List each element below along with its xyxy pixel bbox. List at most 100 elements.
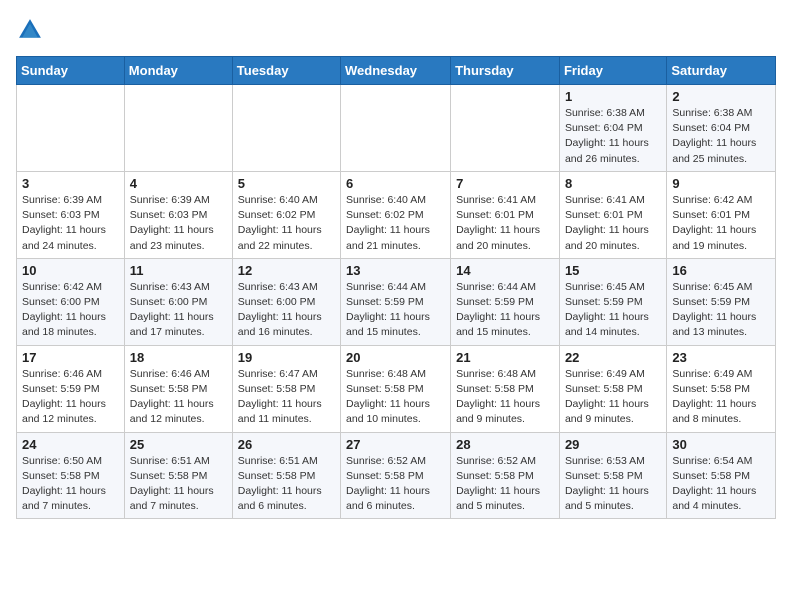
weekday-header-saturday: Saturday [667, 57, 776, 85]
calendar-week-4: 17 Sunrise: 6:46 AMSunset: 5:59 PMDayligh… [17, 345, 776, 432]
calendar-cell: 17 Sunrise: 6:46 AMSunset: 5:59 PMDayligh… [17, 345, 125, 432]
day-number: 10 [22, 263, 119, 278]
calendar-cell [341, 85, 451, 172]
day-info: Sunrise: 6:38 AMSunset: 6:04 PMDaylight:… [672, 106, 770, 167]
calendar-cell: 3 Sunrise: 6:39 AMSunset: 6:03 PMDaylight… [17, 171, 125, 258]
weekday-header-wednesday: Wednesday [341, 57, 451, 85]
calendar-cell: 27Sunrise: 6:52 AMSunset: 5:58 PMDayligh… [341, 432, 451, 519]
day-info: Sunrise: 6:52 AMSunset: 5:58 PMDaylight:… [456, 454, 554, 515]
calendar-cell [17, 85, 125, 172]
weekday-header-thursday: Thursday [451, 57, 560, 85]
day-number: 21 [456, 350, 554, 365]
calendar-body: 1 Sunrise: 6:38 AMSunset: 6:04 PMDaylight… [17, 85, 776, 519]
day-number: 4 [130, 176, 227, 191]
day-number: 1 [565, 89, 661, 104]
calendar-cell: 20 Sunrise: 6:48 AMSunset: 5:58 PMDayligh… [341, 345, 451, 432]
day-info: Sunrise: 6:39 AMSunset: 6:03 PMDaylight:… [22, 193, 119, 254]
calendar-cell: 1 Sunrise: 6:38 AMSunset: 6:04 PMDaylight… [559, 85, 666, 172]
day-info: Sunrise: 6:41 AMSunset: 6:01 PMDaylight:… [456, 193, 554, 254]
day-info: Sunrise: 6:39 AMSunset: 6:03 PMDaylight:… [130, 193, 227, 254]
weekday-header-sunday: Sunday [17, 57, 125, 85]
calendar-cell: 26 Sunrise: 6:51 AMSunset: 5:58 PMDayligh… [232, 432, 340, 519]
calendar-week-5: 24 Sunrise: 6:50 AMSunset: 5:58 PMDayligh… [17, 432, 776, 519]
day-number: 13 [346, 263, 445, 278]
calendar-cell: 11 Sunrise: 6:43 AMSunset: 6:00 PMDayligh… [124, 258, 232, 345]
calendar-cell: 2 Sunrise: 6:38 AMSunset: 6:04 PMDaylight… [667, 85, 776, 172]
calendar-cell: 24 Sunrise: 6:50 AMSunset: 5:58 PMDayligh… [17, 432, 125, 519]
day-number: 24 [22, 437, 119, 452]
day-info: Sunrise: 6:47 AMSunset: 5:58 PMDaylight:… [238, 367, 335, 428]
calendar-cell: 23 Sunrise: 6:49 AMSunset: 5:58 PMDayligh… [667, 345, 776, 432]
day-info: Sunrise: 6:46 AMSunset: 5:59 PMDaylight:… [22, 367, 119, 428]
calendar-cell: 8Sunrise: 6:41 AMSunset: 6:01 PMDaylight… [559, 171, 666, 258]
day-info: Sunrise: 6:45 AMSunset: 5:59 PMDaylight:… [565, 280, 661, 341]
calendar-table: SundayMondayTuesdayWednesdayThursdayFrid… [16, 56, 776, 519]
day-info: Sunrise: 6:46 AMSunset: 5:58 PMDaylight:… [130, 367, 227, 428]
logo-icon [16, 16, 44, 44]
calendar-cell: 28 Sunrise: 6:52 AMSunset: 5:58 PMDayligh… [451, 432, 560, 519]
day-info: Sunrise: 6:43 AMSunset: 6:00 PMDaylight:… [130, 280, 227, 341]
calendar-cell: 4 Sunrise: 6:39 AMSunset: 6:03 PMDaylight… [124, 171, 232, 258]
day-info: Sunrise: 6:40 AMSunset: 6:02 PMDaylight:… [346, 193, 445, 254]
calendar-header: SundayMondayTuesdayWednesdayThursdayFrid… [17, 57, 776, 85]
day-info: Sunrise: 6:40 AMSunset: 6:02 PMDaylight:… [238, 193, 335, 254]
calendar-week-2: 3 Sunrise: 6:39 AMSunset: 6:03 PMDaylight… [17, 171, 776, 258]
day-number: 12 [238, 263, 335, 278]
day-number: 3 [22, 176, 119, 191]
calendar-cell: 22 Sunrise: 6:49 AMSunset: 5:58 PMDayligh… [559, 345, 666, 432]
logo [16, 16, 48, 44]
calendar-cell: 12 Sunrise: 6:43 AMSunset: 6:00 PMDayligh… [232, 258, 340, 345]
calendar-cell: 19 Sunrise: 6:47 AMSunset: 5:58 PMDayligh… [232, 345, 340, 432]
weekday-row: SundayMondayTuesdayWednesdayThursdayFrid… [17, 57, 776, 85]
day-info: Sunrise: 6:41 AMSunset: 6:01 PMDaylight:… [565, 193, 661, 254]
calendar-week-1: 1 Sunrise: 6:38 AMSunset: 6:04 PMDaylight… [17, 85, 776, 172]
day-info: Sunrise: 6:49 AMSunset: 5:58 PMDaylight:… [672, 367, 770, 428]
calendar-cell: 16 Sunrise: 6:45 AMSunset: 5:59 PMDayligh… [667, 258, 776, 345]
day-number: 5 [238, 176, 335, 191]
day-number: 16 [672, 263, 770, 278]
day-number: 20 [346, 350, 445, 365]
calendar-cell: 6 Sunrise: 6:40 AMSunset: 6:02 PMDaylight… [341, 171, 451, 258]
day-info: Sunrise: 6:51 AMSunset: 5:58 PMDaylight:… [130, 454, 227, 515]
day-info: Sunrise: 6:48 AMSunset: 5:58 PMDaylight:… [456, 367, 554, 428]
calendar-cell: 25 Sunrise: 6:51 AMSunset: 5:58 PMDayligh… [124, 432, 232, 519]
day-number: 18 [130, 350, 227, 365]
day-number: 17 [22, 350, 119, 365]
day-number: 30 [672, 437, 770, 452]
calendar-cell: 5 Sunrise: 6:40 AMSunset: 6:02 PMDaylight… [232, 171, 340, 258]
day-info: Sunrise: 6:51 AMSunset: 5:58 PMDaylight:… [238, 454, 335, 515]
day-number: 28 [456, 437, 554, 452]
calendar-cell: 13 Sunrise: 6:44 AMSunset: 5:59 PMDayligh… [341, 258, 451, 345]
calendar-cell: 18 Sunrise: 6:46 AMSunset: 5:58 PMDayligh… [124, 345, 232, 432]
calendar-cell: 9 Sunrise: 6:42 AMSunset: 6:01 PMDaylight… [667, 171, 776, 258]
day-number: 9 [672, 176, 770, 191]
day-info: Sunrise: 6:45 AMSunset: 5:59 PMDaylight:… [672, 280, 770, 341]
calendar-cell: 14Sunrise: 6:44 AMSunset: 5:59 PMDayligh… [451, 258, 560, 345]
day-number: 15 [565, 263, 661, 278]
day-number: 26 [238, 437, 335, 452]
day-info: Sunrise: 6:44 AMSunset: 5:59 PMDaylight:… [346, 280, 445, 341]
header [16, 16, 776, 44]
day-info: Sunrise: 6:43 AMSunset: 6:00 PMDaylight:… [238, 280, 335, 341]
day-number: 23 [672, 350, 770, 365]
calendar-cell: 29Sunrise: 6:53 AMSunset: 5:58 PMDayligh… [559, 432, 666, 519]
day-info: Sunrise: 6:54 AMSunset: 5:58 PMDaylight:… [672, 454, 770, 515]
day-info: Sunrise: 6:48 AMSunset: 5:58 PMDaylight:… [346, 367, 445, 428]
day-info: Sunrise: 6:38 AMSunset: 6:04 PMDaylight:… [565, 106, 661, 167]
day-number: 22 [565, 350, 661, 365]
weekday-header-friday: Friday [559, 57, 666, 85]
day-number: 2 [672, 89, 770, 104]
day-number: 6 [346, 176, 445, 191]
day-info: Sunrise: 6:50 AMSunset: 5:58 PMDaylight:… [22, 454, 119, 515]
calendar-cell [451, 85, 560, 172]
day-number: 11 [130, 263, 227, 278]
day-number: 25 [130, 437, 227, 452]
day-info: Sunrise: 6:42 AMSunset: 6:01 PMDaylight:… [672, 193, 770, 254]
calendar-cell: 30 Sunrise: 6:54 AMSunset: 5:58 PMDayligh… [667, 432, 776, 519]
day-number: 19 [238, 350, 335, 365]
day-number: 7 [456, 176, 554, 191]
day-number: 27 [346, 437, 445, 452]
day-info: Sunrise: 6:49 AMSunset: 5:58 PMDaylight:… [565, 367, 661, 428]
day-info: Sunrise: 6:44 AMSunset: 5:59 PMDaylight:… [456, 280, 554, 341]
calendar-cell [124, 85, 232, 172]
